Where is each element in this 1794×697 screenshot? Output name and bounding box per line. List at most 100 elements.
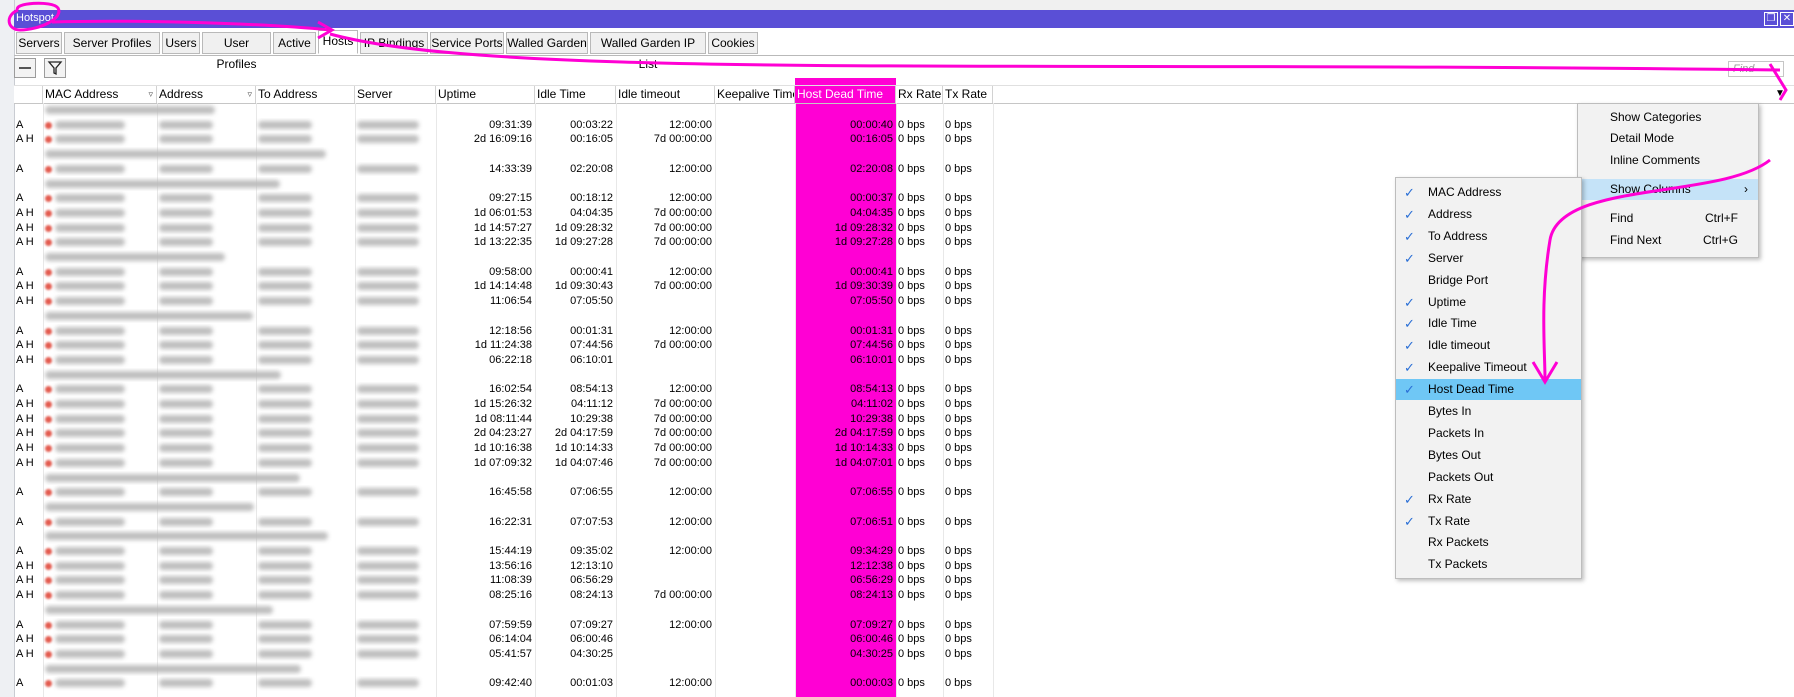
table-row[interactable]: A 09:31:39 00:03:22 12:00:00 00:00:40 0 bps 0 …: [14, 118, 1794, 133]
tab-hosts[interactable]: Hosts: [318, 30, 358, 54]
menu-item-detail-mode[interactable]: Detail Mode: [1578, 128, 1758, 149]
column-menu-button[interactable]: ▼: [1773, 86, 1787, 101]
table-row[interactable]: A 09:42:40 00:01:03 12:00:00 00:00:03 0 bps 0 …: [14, 676, 1794, 691]
redacted-text: [258, 488, 312, 497]
redacted-text: [159, 297, 213, 306]
tab-active[interactable]: Active: [273, 32, 316, 54]
remove-button[interactable]: [14, 58, 36, 78]
cell-tx: 0 bps: [945, 236, 972, 249]
cell-server-redacted: [355, 162, 436, 177]
tab-service-ports[interactable]: Service Ports: [430, 32, 504, 54]
column-toggle-bridge-port[interactable]: Bridge Port: [1396, 270, 1581, 291]
column-header-server[interactable]: Server: [355, 86, 436, 103]
menu-item-show-categories[interactable]: Show Categories: [1578, 107, 1758, 128]
filter-button[interactable]: [44, 58, 66, 78]
column-header-host-dead-time[interactable]: Host Dead Time: [795, 86, 896, 103]
column-toggle-packets-in[interactable]: Packets In: [1396, 423, 1581, 444]
column-toggle-uptime[interactable]: ✓ Uptime: [1396, 292, 1581, 313]
close-button[interactable]: ✕: [1780, 12, 1794, 26]
redacted-text: [357, 649, 419, 658]
column-toggle-address[interactable]: ✓ Address: [1396, 204, 1581, 225]
redacted-text: [258, 561, 312, 570]
column-toggle-tx-packets[interactable]: Tx Packets: [1396, 554, 1581, 575]
redacted-text: [357, 576, 419, 585]
redacted-text: [357, 194, 419, 203]
cell-to-redacted: [256, 588, 355, 603]
menu-item-inline-comments[interactable]: Inline Comments: [1578, 150, 1758, 171]
column-header-to-address[interactable]: To Address: [256, 86, 355, 103]
comment-row[interactable]: [14, 103, 1794, 118]
column-toggle-keepalive-timeout[interactable]: ✓ Keepalive Timeout: [1396, 357, 1581, 378]
tab-walled-garden-ip-list[interactable]: Walled Garden IP List: [590, 32, 706, 71]
cell-uptime: 09:27:15: [489, 192, 532, 205]
table-row[interactable]: A H 05:41:57 04:30:25 04:30:25 0 bps 0 bps: [14, 647, 1794, 662]
cell-server-redacted: [355, 632, 436, 647]
comment-row[interactable]: [14, 662, 1794, 677]
column-header-uptime[interactable]: Uptime: [436, 86, 535, 103]
table-row[interactable]: A 07:59:59 07:09:27 12:00:00 07:09:27 0 bps 0 …: [14, 618, 1794, 633]
redacted-text: [55, 400, 125, 408]
cell-uptime: 1d 15:26:32: [473, 398, 532, 410]
column-header-mac-address[interactable]: MAC Address: [43, 86, 157, 103]
cell-dead: 00:01:31: [850, 324, 893, 337]
cell-server-redacted: [355, 338, 436, 353]
column-toggle-packets-out[interactable]: Packets Out: [1396, 467, 1581, 488]
column-toggle-idle-time[interactable]: ✓ Idle Time: [1396, 313, 1581, 334]
column-toggle-idle-timeout[interactable]: ✓ Idle timeout: [1396, 335, 1581, 356]
column-header-keepalive-timeout[interactable]: Keepalive Timeout: [715, 86, 795, 103]
comment-row[interactable]: [14, 603, 1794, 618]
menu-item-find-next[interactable]: Find Next Ctrl+G: [1578, 230, 1758, 251]
cell-flags: A H: [16, 427, 34, 440]
tab-ip-bindings[interactable]: IP Bindings: [360, 32, 428, 54]
cell-to-redacted: [256, 235, 355, 250]
column-toggle-bytes-out[interactable]: Bytes Out: [1396, 445, 1581, 466]
cell-address-redacted: [157, 353, 256, 368]
column-toggle-server[interactable]: ✓ Server: [1396, 248, 1581, 269]
tab-server-profiles[interactable]: Server Profiles: [64, 32, 160, 54]
column-toggle-to-address[interactable]: ✓ To Address: [1396, 226, 1581, 247]
table-row[interactable]: A H 06:14:04 06:00:46 06:00:46 0 bps 0 bps: [14, 632, 1794, 647]
cell-to-redacted: [256, 118, 355, 133]
host-status-icon: [45, 518, 52, 526]
table-row[interactable]: A H 08:25:16 08:24:13 7d 00:00:00 08:24:13 0 …: [14, 588, 1794, 603]
cell-dead: 07:05:50: [850, 295, 893, 308]
cell-address-redacted: [157, 235, 256, 250]
redacted-text: [258, 620, 312, 629]
comment-row[interactable]: [14, 147, 1794, 162]
cell-uptime: 09:31:39: [489, 118, 532, 131]
redacted-text: [45, 311, 253, 320]
column-header-flags[interactable]: [14, 86, 43, 103]
minus-icon: [19, 67, 31, 69]
column-header-rx-rate[interactable]: Rx Rate: [896, 86, 943, 103]
tab-user-profiles[interactable]: User Profiles: [202, 32, 271, 71]
menu-item-show-columns[interactable]: Show Columns ›: [1578, 179, 1758, 200]
cell-to-redacted: [256, 441, 355, 456]
cell-mac-redacted: [43, 191, 157, 206]
column-header-idle-time[interactable]: Idle Time: [535, 86, 616, 103]
menu-item-find[interactable]: Find Ctrl+F: [1578, 208, 1758, 229]
column-toggle-label: Uptime: [1428, 294, 1467, 309]
column-header-idle-timeout[interactable]: Idle timeout: [616, 86, 715, 103]
column-toggle-rx-packets[interactable]: Rx Packets: [1396, 532, 1581, 553]
column-toggle-rx-rate[interactable]: ✓ Rx Rate: [1396, 489, 1581, 510]
table-row[interactable]: A H 2d 16:09:16 00:16:05 7d 00:00:00 00:16:0…: [14, 132, 1794, 147]
redacted-text: [357, 561, 419, 570]
restore-button[interactable]: ❐: [1764, 12, 1778, 26]
tab-cookies[interactable]: Cookies: [708, 32, 758, 54]
redacted-text: [45, 502, 254, 511]
tab-users[interactable]: Users: [162, 32, 200, 54]
column-header-address[interactable]: Address: [157, 86, 256, 103]
column-header-tx-rate[interactable]: Tx Rate: [943, 86, 993, 103]
cell-idle: 00:01:31: [570, 324, 613, 337]
column-toggle-host-dead-time[interactable]: ✓ Host Dead Time: [1396, 379, 1581, 401]
column-toggle-bytes-in[interactable]: Bytes In: [1396, 401, 1581, 422]
cell-rx: 0 bps: [898, 192, 925, 205]
column-toggle-tx-rate[interactable]: ✓ Tx Rate: [1396, 511, 1581, 532]
cell-flags: A H: [16, 398, 34, 410]
find-input[interactable]: Find: [1728, 61, 1784, 77]
column-toggle-mac-address[interactable]: ✓ MAC Address: [1396, 182, 1581, 203]
tab-walled-garden[interactable]: Walled Garden: [506, 32, 588, 54]
tab-servers[interactable]: Servers: [16, 32, 62, 54]
redacted-text: [159, 238, 213, 247]
table-row[interactable]: A 14:33:39 02:20:08 12:00:00 02:20:08 0 bps 0 …: [14, 162, 1794, 177]
